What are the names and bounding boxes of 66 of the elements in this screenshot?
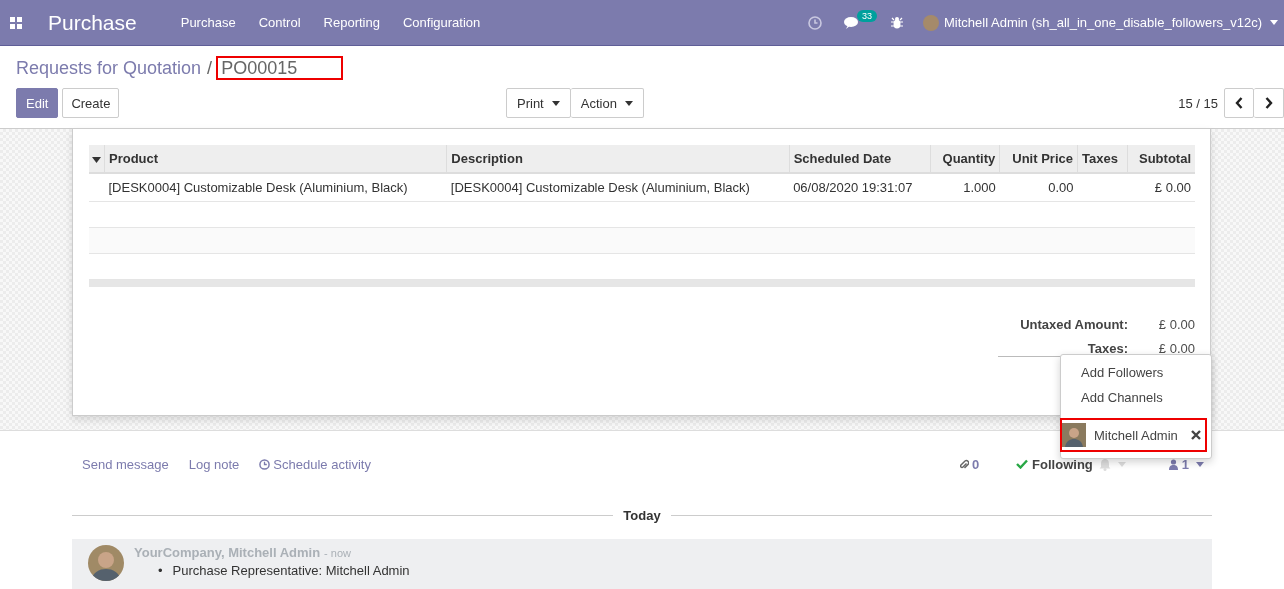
chevron-left-icon <box>1235 97 1243 109</box>
next-button[interactable] <box>1254 88 1284 118</box>
tracking-value: Purchase Representative: Mitchell Admin <box>172 563 410 579</box>
chevron-right-icon <box>1264 97 1273 109</box>
chatter-link[interactable]: Send message <box>82 456 169 472</box>
remove-icon[interactable] <box>1191 430 1201 440</box>
apps-menu-icon[interactable] <box>10 16 22 29</box>
previous-button[interactable] <box>1224 88 1254 118</box>
dropdown-button[interactable]: Action <box>570 88 644 118</box>
table-cell: 06/08/2020 19:31:07 <box>793 180 913 195</box>
total-label: Untaxed Amount: <box>1020 317 1128 334</box>
column-header[interactable]: Taxes <box>1077 145 1128 173</box>
clock-icon[interactable] <box>808 15 823 30</box>
dropdown-button[interactable]: Print <box>506 88 571 118</box>
chatter-link[interactable]: Schedule activity <box>259 456 371 472</box>
total-label: Taxes: <box>1087 341 1128 358</box>
column-header[interactable]: Subtotal <box>1127 145 1195 173</box>
bullet: • <box>158 563 163 579</box>
caret-icon <box>551 100 560 106</box>
create-button[interactable]: Create <box>62 88 120 118</box>
user-menu[interactable]: Mitchell Admin (sh_all_in_one_disable_followers_v12c) <box>944 15 1262 30</box>
table-cell: 1.000 <box>963 180 996 195</box>
date-separator: Today <box>623 507 661 523</box>
record-title: PO00015 <box>216 56 344 80</box>
table-cell: £ 0.00 <box>1154 180 1191 195</box>
chatter-link[interactable]: Log note <box>188 456 240 472</box>
column-header[interactable]: Product <box>104 145 447 173</box>
sort-caret-icon[interactable] <box>92 157 101 163</box>
menu-item[interactable]: Add Followers <box>1061 361 1211 386</box>
message-time: - now <box>324 547 351 559</box>
column-header[interactable]: Unit Price <box>999 145 1078 173</box>
message-count: 33 <box>857 9 878 22</box>
menu-item[interactable]: Add Channels <box>1061 386 1211 411</box>
menu-item[interactable]: Purchase <box>180 15 236 30</box>
avatar-icon <box>1062 423 1086 447</box>
column-header[interactable]: Quantity <box>931 145 1000 173</box>
person-icon <box>1168 458 1178 470</box>
avatar-icon <box>88 545 124 581</box>
menu-item[interactable]: Control <box>258 15 301 30</box>
breadcrumb-link[interactable]: Requests for Quotation <box>16 57 202 79</box>
caret-icon[interactable] <box>1270 20 1278 25</box>
caret-icon[interactable] <box>1196 461 1204 467</box>
pager-value: 15 / 15 <box>1178 95 1218 111</box>
check-icon <box>1016 459 1029 469</box>
total-value: £ 0.00 <box>1158 341 1195 358</box>
app-title: Purchase <box>48 10 137 35</box>
caret-icon <box>624 100 633 106</box>
user-avatar <box>923 14 940 31</box>
clock-icon <box>259 458 271 470</box>
following-button[interactable]: Following <box>1016 456 1093 472</box>
menu-item[interactable]: Configuration <box>402 15 481 30</box>
table-cell: 0.00 <box>1048 180 1074 195</box>
total-value: £ 0.00 <box>1158 317 1195 334</box>
attachments-button[interactable]: 0 <box>959 456 980 472</box>
column-header[interactable]: Description <box>446 145 790 173</box>
followers-button[interactable]: 1 <box>1168 456 1189 472</box>
paperclip-icon <box>959 458 969 470</box>
table-cell: [DESK0004] Customizable Desk (Aluminium, Black) <box>108 180 408 195</box>
table-cell: [DESK0004] Customizable Desk (Aluminium, Black) <box>450 180 750 195</box>
menu-item[interactable]: Reporting <box>323 15 380 30</box>
breadcrumb-separator: / <box>207 57 213 79</box>
edit-button[interactable]: Edit <box>16 88 59 118</box>
column-header[interactable]: Scheduled Date <box>789 145 931 173</box>
bug-icon[interactable] <box>891 16 904 29</box>
follower-item[interactable]: Mitchell Admin <box>1060 418 1207 452</box>
message-author: YourCompany, Mitchell Admin <box>134 545 321 560</box>
